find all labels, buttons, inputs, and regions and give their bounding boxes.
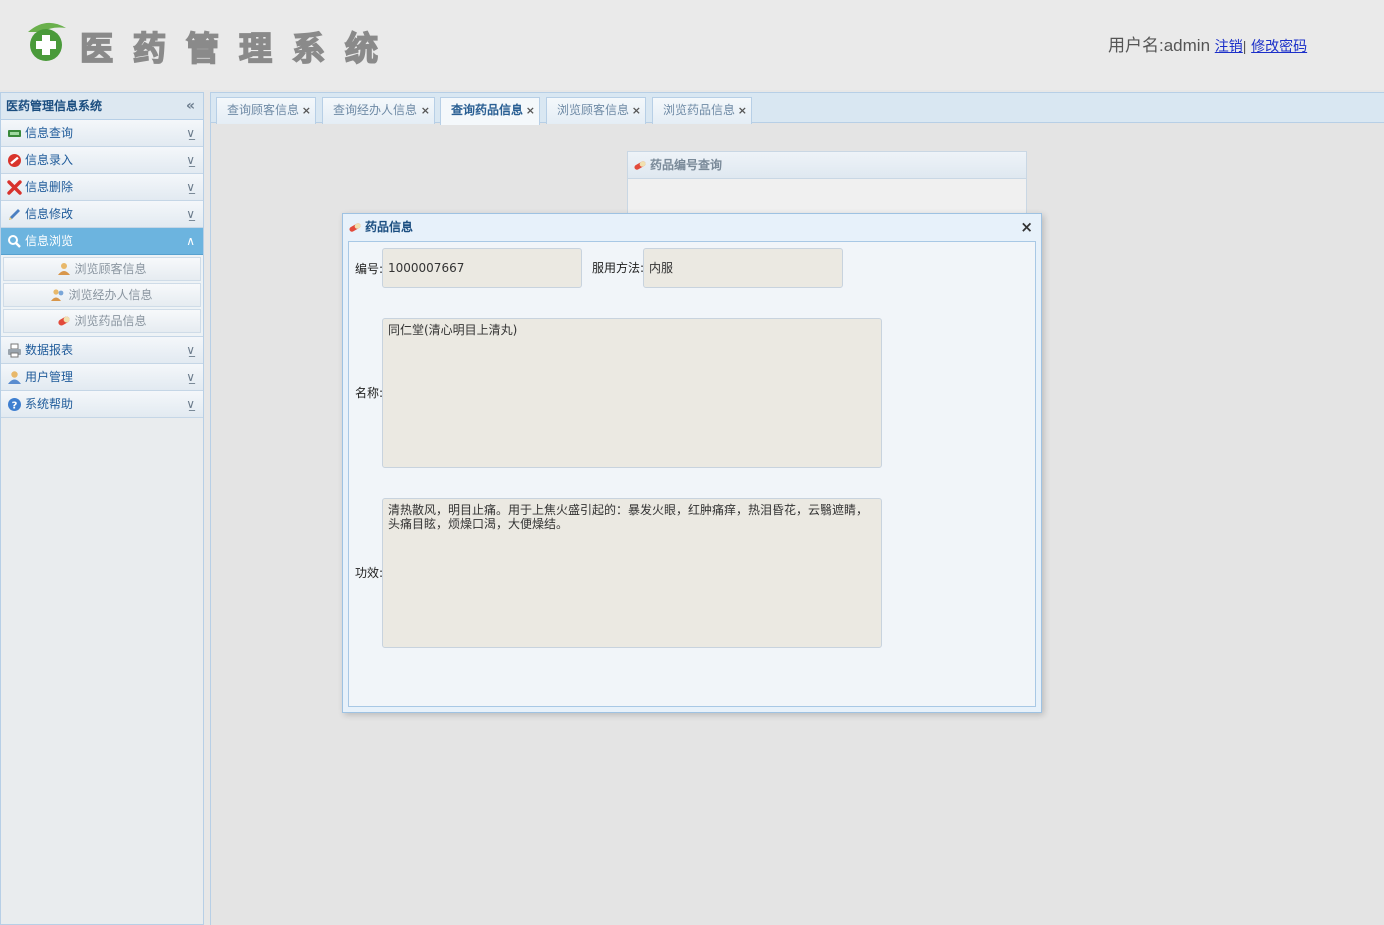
app-logo-title: 医药管理系统 — [79, 28, 398, 69]
sidebar-item-reports[interactable]: 数据报表 ∨̲ — [1, 337, 203, 364]
sidebar-item-label: 信息删除 — [25, 180, 74, 194]
sidebar-title-text: 医药管理信息系统 — [6, 99, 103, 113]
collapse-sidebar-icon[interactable]: « — [186, 93, 195, 120]
sidebar-item-label: 用户管理 — [25, 370, 74, 384]
chevron-down-icon: ∨̲ — [186, 343, 195, 357]
user-icon — [8, 371, 21, 384]
effect-field[interactable]: 清热散风，明目止痛。用于上焦火盛引起的：暴发火眼，红肿痛痒，热泪昏花，云翳遮睛，… — [382, 498, 882, 648]
submenu-item-label: 浏览药品信息 — [74, 314, 147, 328]
sidebar-item-label: 数据报表 — [25, 343, 74, 357]
usage-label: 服用方法: — [592, 261, 645, 275]
card-icon — [8, 130, 21, 137]
chevron-down-icon: ∨̲ — [186, 370, 195, 384]
name-field[interactable]: 同仁堂(清心明目上清丸) — [382, 318, 882, 468]
submenu-item-label: 浏览经办人信息 — [68, 288, 153, 302]
pill-icon — [58, 316, 71, 326]
id-label: 编号: — [355, 262, 384, 276]
sidebar-item-label: 信息修改 — [25, 207, 74, 221]
close-tab-icon[interactable]: × — [526, 98, 535, 123]
close-tab-icon[interactable]: × — [738, 98, 747, 123]
no-entry-icon — [8, 154, 21, 167]
sidebar-item-label: 信息查询 — [25, 126, 74, 140]
tab-label: 查询药品信息 — [451, 103, 524, 117]
tab-query-customers[interactable]: 查询顾客信息 × — [216, 97, 316, 124]
sidebar-item-query[interactable]: 信息查询 ∨̲ — [1, 120, 203, 147]
user-area: 用户名:admin 注销| 修改密码 — [1108, 31, 1307, 56]
agent-icon — [51, 289, 64, 301]
name-label: 名称: — [355, 386, 384, 400]
usage-field[interactable]: 内服 — [643, 248, 843, 288]
browse-submenu: 浏览顾客信息 浏览经办人信息 浏览药品信息 — [1, 255, 203, 337]
medicine-info-dialog: 药品信息 × 编号: 1000007667 服用方法: 内服 名称: 同仁堂(清… — [342, 213, 1042, 713]
submenu-item-browse-medicines[interactable]: 浏览药品信息 — [3, 309, 201, 333]
red-x-icon — [7, 180, 22, 195]
chevron-down-icon: ∨̲ — [186, 397, 195, 411]
tab-label: 查询经办人信息 — [333, 103, 418, 117]
close-tab-icon[interactable]: × — [302, 98, 311, 123]
medicine-id-query-panel: 药品编号查询 — [627, 151, 1027, 216]
sidebar-item-label: 系统帮助 — [25, 397, 74, 411]
tab-browse-medicines[interactable]: 浏览药品信息 × — [652, 97, 752, 124]
sidebar-item-edit[interactable]: 信息修改 ∨̲ — [1, 201, 203, 228]
sidebar-title: 医药管理信息系统 « — [1, 93, 203, 120]
sidebar-item-users[interactable]: 用户管理 ∨̲ — [1, 364, 203, 391]
sidebar-item-label: 信息录入 — [25, 153, 74, 167]
tab-label: 浏览药品信息 — [663, 103, 736, 117]
chevron-down-icon: ∨̲ — [186, 153, 195, 167]
dialog-body: 编号: 1000007667 服用方法: 内服 名称: 同仁堂(清心明目上清丸)… — [348, 241, 1036, 707]
close-icon[interactable]: × — [1020, 214, 1033, 241]
submenu-item-browse-agents[interactable]: 浏览经办人信息 — [3, 283, 201, 307]
tab-query-agents[interactable]: 查询经办人信息 × — [322, 97, 435, 124]
pill-icon — [634, 161, 646, 170]
logo-icon — [28, 22, 66, 61]
pencil-icon — [9, 209, 20, 220]
tab-browse-customers[interactable]: 浏览顾客信息 × — [546, 97, 646, 124]
sidebar-menu: 医药管理信息系统 « 信息查询 ∨̲ 信息录入 ∨̲ 信息删除 ∨̲ 信息修改 … — [0, 92, 204, 925]
sidebar-item-delete[interactable]: 信息删除 ∨̲ — [1, 174, 203, 201]
sidebar-item-entry[interactable]: 信息录入 ∨̲ — [1, 147, 203, 174]
tab-query-medicines[interactable]: 查询药品信息 × — [440, 97, 540, 125]
svg-text:?: ? — [12, 400, 18, 411]
submenu-item-label: 浏览顾客信息 — [74, 262, 147, 276]
tab-label: 浏览顾客信息 — [557, 103, 630, 117]
logout-link[interactable]: 注销 — [1215, 38, 1243, 54]
tab-label: 查询顾客信息 — [227, 103, 300, 117]
printer-icon — [8, 343, 21, 358]
change-password-link[interactable]: 修改密码 — [1251, 38, 1307, 54]
panel-title: 药品编号查询 — [650, 158, 723, 172]
chevron-down-icon: ∨̲ — [186, 126, 195, 140]
tab-bar: 查询顾客信息 × 查询经办人信息 × 查询药品信息 × 浏览顾客信息 × 浏览药… — [211, 92, 1384, 125]
sidebar-item-browse[interactable]: 信息浏览 ∧ — [1, 228, 203, 255]
pill-icon — [349, 223, 361, 232]
customer-icon — [58, 263, 71, 275]
dialog-title: 药品信息 — [365, 220, 414, 234]
chevron-down-icon: ∨̲ — [186, 180, 195, 194]
username-label: 用户名:admin — [1108, 36, 1211, 55]
chevron-up-icon: ∧ — [186, 234, 195, 248]
close-tab-icon[interactable]: × — [632, 98, 641, 123]
link-separator: | — [1242, 38, 1247, 54]
sidebar-item-label: 信息浏览 — [25, 234, 74, 248]
app-header: 医药管理系统 用户名:admin 注销| 修改密码 — [0, 0, 1384, 90]
effect-label: 功效: — [355, 566, 384, 580]
magnifier-icon — [8, 235, 21, 248]
chevron-down-icon: ∨̲ — [186, 207, 195, 221]
panel-header: 药品编号查询 — [628, 152, 1026, 179]
id-field[interactable]: 1000007667 — [382, 248, 582, 288]
close-tab-icon[interactable]: × — [421, 98, 430, 123]
sidebar-item-help[interactable]: ? 系统帮助 ∨̲ — [1, 391, 203, 418]
help-icon: ? — [8, 398, 21, 411]
dialog-header: 药品信息 × — [343, 214, 1041, 241]
submenu-item-browse-customers[interactable]: 浏览顾客信息 — [3, 257, 201, 281]
